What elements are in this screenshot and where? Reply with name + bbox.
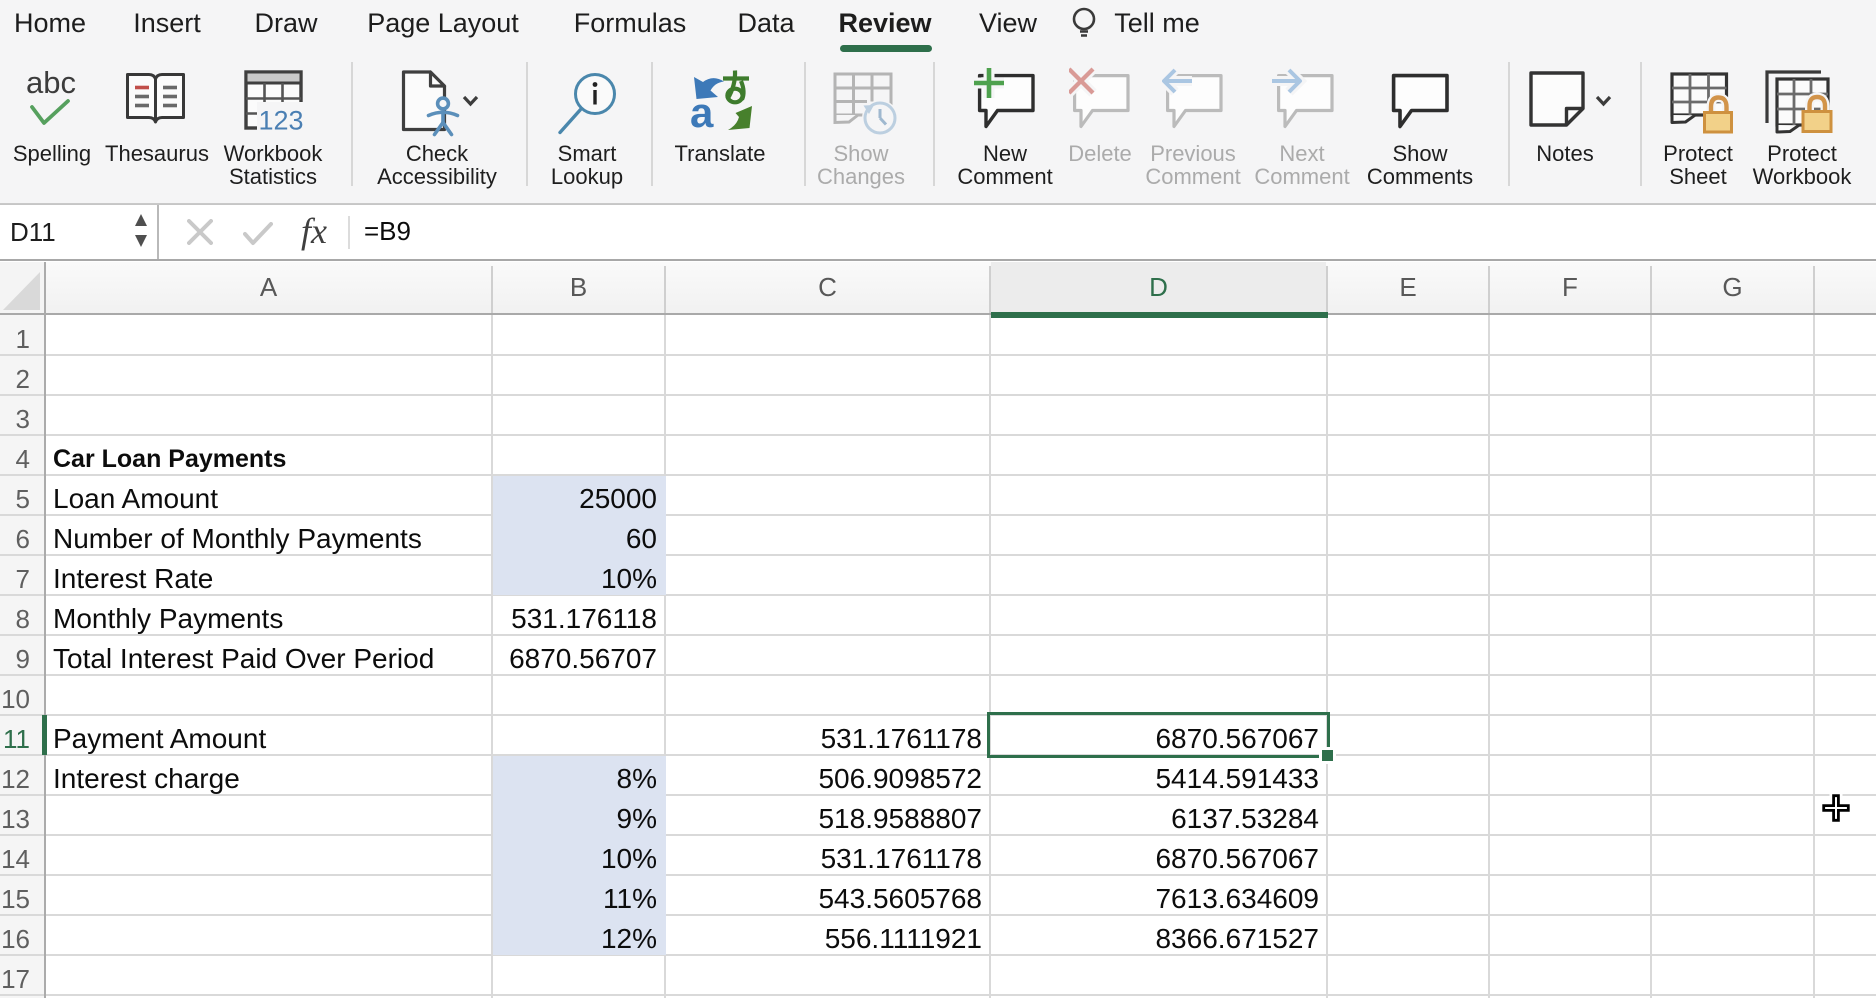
svg-text:abc: abc [26,65,76,100]
svg-text:123: 123 [259,106,304,135]
svg-text:a: a [690,89,714,134]
